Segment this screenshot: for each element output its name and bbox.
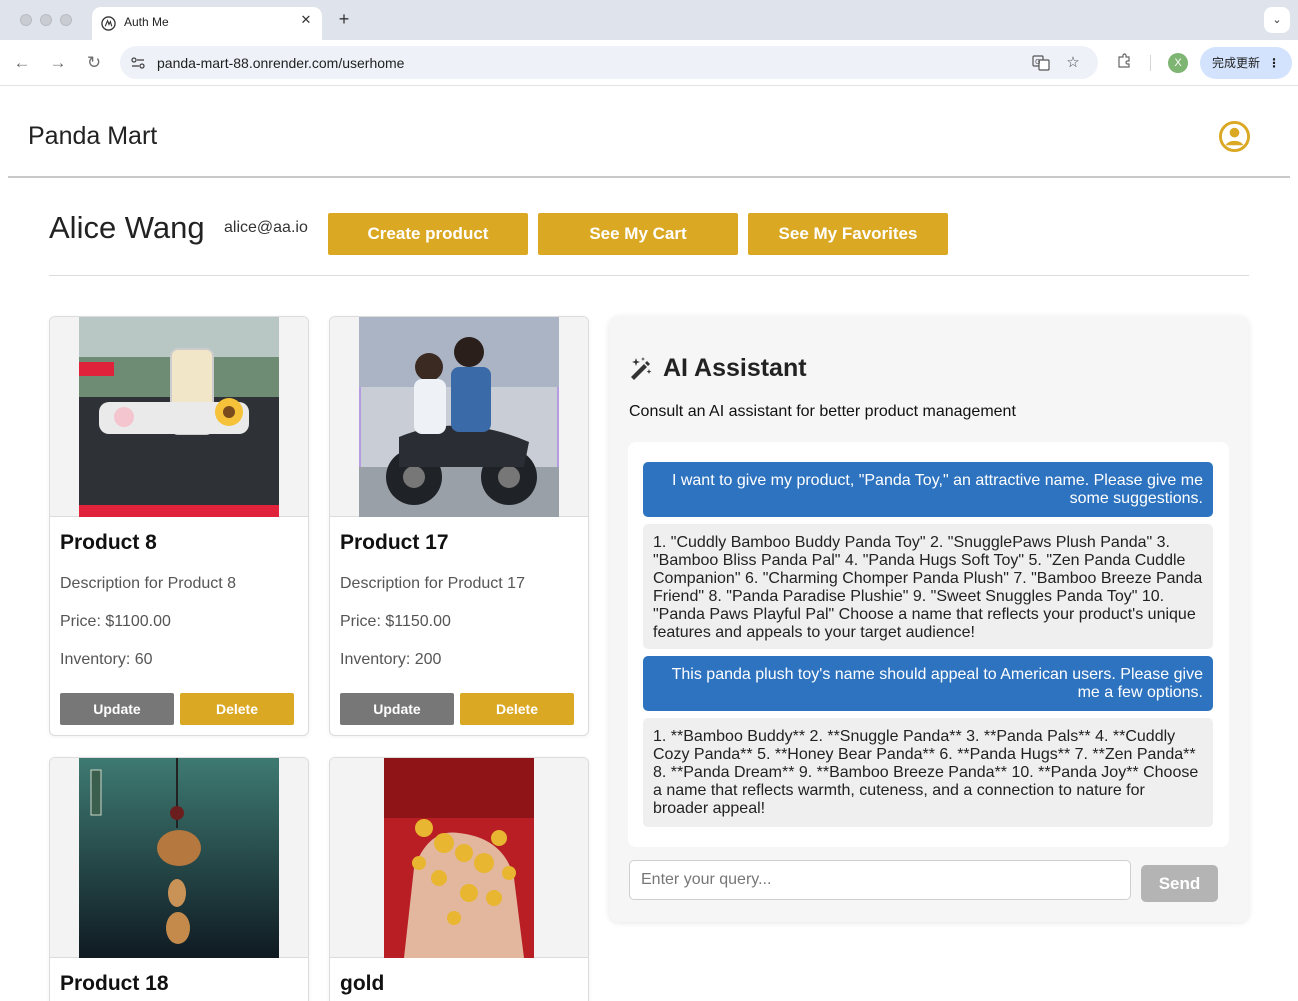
window-zoom-control[interactable] (60, 14, 72, 26)
page-content: Panda Mart Alice Wang alice@aa.io Create… (0, 87, 1298, 1001)
product-image[interactable] (79, 758, 279, 958)
url-text: panda-mart-88.onrender.com/userhome (157, 55, 405, 71)
new-tab-icon[interactable]: + (334, 9, 354, 29)
tab-close-icon[interactable]: ✕ (298, 12, 314, 28)
toolbar-divider (1150, 55, 1151, 71)
back-arrow-icon[interactable]: ← (11, 52, 33, 74)
product-inventory: Inventory: 200 (340, 651, 442, 668)
site-favicon-icon (101, 16, 116, 31)
ai-assistant-title: AI Assistant (663, 354, 807, 382)
query-input[interactable] (629, 860, 1131, 900)
product-card: Product 18 (49, 757, 309, 1001)
product-image-frame (50, 758, 308, 958)
product-image-frame (330, 758, 588, 958)
profile-avatar[interactable]: X (1168, 53, 1188, 73)
product-image[interactable] (359, 317, 559, 517)
product-card: Product 17 Description for Product 17 Pr… (329, 316, 589, 736)
browser-tab-active[interactable]: Auth Me ✕ (92, 7, 322, 40)
product-card: Product 8 Description for Product 8 Pric… (49, 316, 309, 736)
product-price: Price: $1150.00 (340, 613, 451, 630)
browser-toolbar: ← → ↻ panda-mart-88.onrender.com/userhom… (0, 40, 1298, 86)
delete-product-button[interactable]: Delete (180, 693, 294, 725)
brand-title[interactable]: Panda Mart (28, 122, 157, 151)
see-cart-button[interactable]: See My Cart (538, 213, 738, 255)
send-button[interactable]: Send (1141, 865, 1218, 902)
product-image-frame (50, 317, 308, 517)
address-bar[interactable]: panda-mart-88.onrender.com/userhome G ☆ (120, 46, 1098, 79)
profile-email: alice@aa.io (224, 219, 308, 236)
delete-product-button[interactable]: Delete (460, 693, 574, 725)
product-title[interactable]: gold (340, 972, 384, 996)
translate-icon[interactable]: G (1032, 54, 1050, 72)
product-title[interactable]: Product 8 (60, 531, 157, 555)
ai-assistant-panel: AI Assistant Consult an AI assistant for… (609, 316, 1249, 922)
window-close-control[interactable] (20, 14, 32, 26)
product-image[interactable] (384, 758, 534, 958)
product-title[interactable]: Product 17 (340, 531, 449, 555)
product-description: Description for Product 8 (60, 575, 237, 592)
browser-tab-bar: Auth Me ✕ + ⌄ (0, 0, 1298, 40)
profile-divider (49, 275, 1249, 276)
update-product-button[interactable]: Update (340, 693, 454, 725)
bookmark-star-icon[interactable]: ☆ (1064, 54, 1082, 72)
product-price: Price: $1100.00 (60, 613, 171, 630)
browser-update-label: 完成更新 (1212, 56, 1261, 70)
reload-icon[interactable]: ↻ (83, 52, 105, 74)
chat-message-assistant: 1. "Cuddly Bamboo Buddy Panda Toy" 2. "S… (643, 524, 1213, 649)
tab-title: Auth Me (124, 15, 169, 29)
ai-assistant-subtitle: Consult an AI assistant for better produ… (629, 403, 1016, 420)
chat-message-user: I want to give my product, "Panda Toy," … (643, 462, 1213, 517)
window-minimize-control[interactable] (40, 14, 52, 26)
chat-history[interactable]: I want to give my product, "Panda Toy," … (628, 442, 1229, 847)
tab-search-chevron-icon[interactable]: ⌄ (1264, 7, 1290, 33)
user-account-icon[interactable] (1219, 121, 1250, 152)
product-description: Description for Product 17 (340, 575, 525, 592)
product-inventory: Inventory: 60 (60, 651, 153, 668)
update-product-button[interactable]: Update (60, 693, 174, 725)
product-card: gold (329, 757, 589, 1001)
more-menu-icon[interactable]: ⋮ (1268, 47, 1280, 79)
header-divider (8, 176, 1290, 178)
product-image-frame (330, 317, 588, 517)
create-product-button[interactable]: Create product (328, 213, 528, 255)
svg-text:G: G (1035, 58, 1040, 66)
chat-message-user: This panda plush toy's name should appea… (643, 656, 1213, 711)
forward-arrow-icon[interactable]: → (47, 52, 69, 74)
product-image[interactable] (79, 317, 279, 517)
extensions-puzzle-icon[interactable] (1115, 53, 1133, 71)
profile-name: Alice Wang (49, 210, 205, 245)
product-title[interactable]: Product 18 (60, 972, 169, 996)
see-favorites-button[interactable]: See My Favorites (748, 213, 948, 255)
site-settings-icon[interactable] (130, 55, 146, 71)
magic-wand-icon (631, 357, 652, 380)
chat-message-assistant: 1. **Bamboo Buddy** 2. **Snuggle Panda**… (643, 718, 1213, 827)
browser-update-button[interactable]: 完成更新 ⋮ (1200, 47, 1292, 79)
